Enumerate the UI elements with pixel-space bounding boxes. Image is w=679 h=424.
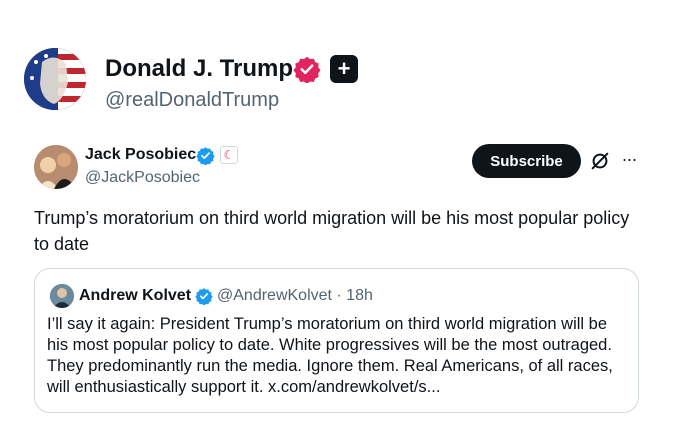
tweet-author-avatar-image xyxy=(34,145,78,189)
verified-badge-blue-icon xyxy=(195,288,213,305)
verified-badge-blue-icon xyxy=(196,147,215,165)
affiliate-badge-icon[interactable]: ☾ xyxy=(220,146,238,164)
tweet-text: Trump’s moratorium on third world migrat… xyxy=(34,208,630,254)
profile-handle[interactable]: @realDonaldTrump xyxy=(105,88,279,112)
quote-author-avatar[interactable] xyxy=(50,284,74,308)
tweet-author-handle[interactable]: @JackPosobiec xyxy=(85,168,200,188)
quote-author-name[interactable]: Andrew Kolvet xyxy=(79,286,191,306)
subscribe-button[interactable]: Subscribe xyxy=(472,144,581,178)
profile-name[interactable]: Donald J. Trump xyxy=(105,55,293,83)
quote-author-avatar-image xyxy=(50,284,74,308)
profile-avatar-image xyxy=(24,48,86,110)
affiliate-plus-icon[interactable]: + xyxy=(330,55,358,83)
quote-author-meta[interactable]: @AndrewKolvet · 18h xyxy=(217,286,373,306)
profile-avatar[interactable] xyxy=(24,48,86,110)
tweet-author-avatar[interactable] xyxy=(34,145,78,189)
verified-badge-pink-icon xyxy=(293,56,321,83)
tweet-author-name[interactable]: Jack Posobiec xyxy=(85,145,196,165)
more-icon[interactable]: ··· xyxy=(618,148,640,170)
quote-text: I’ll say it again: President Trump’s mor… xyxy=(47,315,613,396)
grok-icon[interactable] xyxy=(589,150,611,172)
